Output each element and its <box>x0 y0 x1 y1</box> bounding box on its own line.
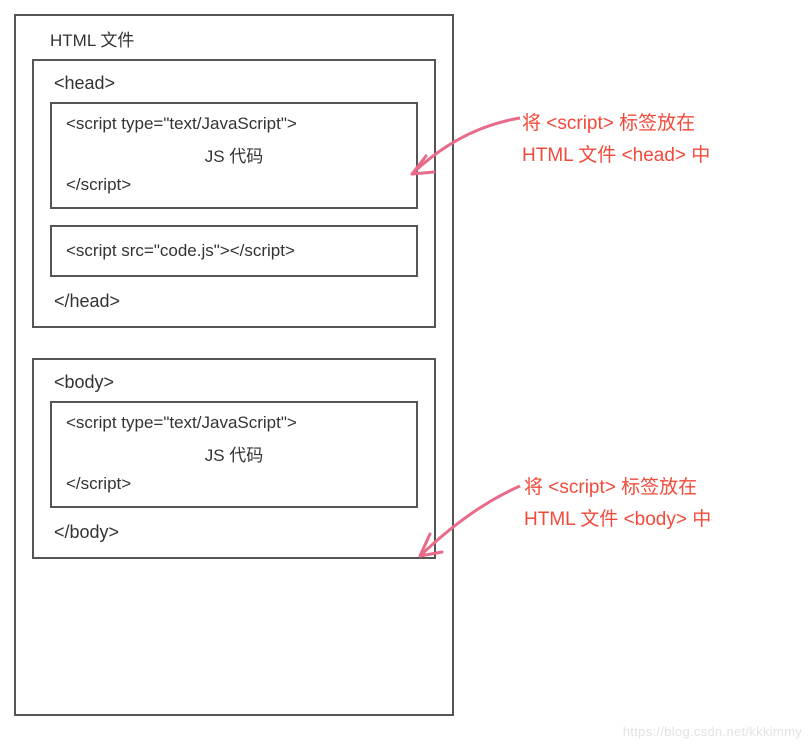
body-script-open: <script type="text/JavaScript"> <box>66 413 402 433</box>
body-open-tag: <body> <box>54 372 418 393</box>
head-section-box: <head> <script type="text/JavaScript"> J… <box>32 59 436 328</box>
html-file-title: HTML 文件 <box>50 26 436 51</box>
head-close-tag: </head> <box>54 291 418 312</box>
html-file-box: HTML 文件 <head> <script type="text/JavaSc… <box>14 14 454 716</box>
head-external-script: <script src="code.js"></script> <box>66 241 295 260</box>
body-close-tag: </body> <box>54 522 418 543</box>
head-annotation-line1: 将 <script> 标签放在 <box>522 108 710 140</box>
head-script-block-box: <script type="text/JavaScript"> JS 代码 </… <box>50 102 418 209</box>
head-open-tag: <head> <box>54 73 418 94</box>
body-section-box: <body> <script type="text/JavaScript"> J… <box>32 358 436 559</box>
head-script-close: </script> <box>66 175 402 195</box>
head-script-content: JS 代码 <box>66 142 402 167</box>
head-external-script-box: <script src="code.js"></script> <box>50 225 418 277</box>
body-annotation: 将 <script> 标签放在 HTML 文件 <body> 中 <box>524 472 711 537</box>
head-annotation-line2: HTML 文件 <head> 中 <box>522 140 710 172</box>
body-script-block-box: <script type="text/JavaScript"> JS 代码 </… <box>50 401 418 508</box>
head-annotation: 将 <script> 标签放在 HTML 文件 <head> 中 <box>522 108 710 173</box>
body-annotation-line1: 将 <script> 标签放在 <box>524 472 711 504</box>
body-annotation-line2: HTML 文件 <body> 中 <box>524 504 711 536</box>
head-script-open: <script type="text/JavaScript"> <box>66 114 402 134</box>
watermark-text: https://blog.csdn.net/kkkimmy <box>623 724 802 739</box>
body-script-close: </script> <box>66 474 402 494</box>
body-script-content: JS 代码 <box>66 441 402 466</box>
